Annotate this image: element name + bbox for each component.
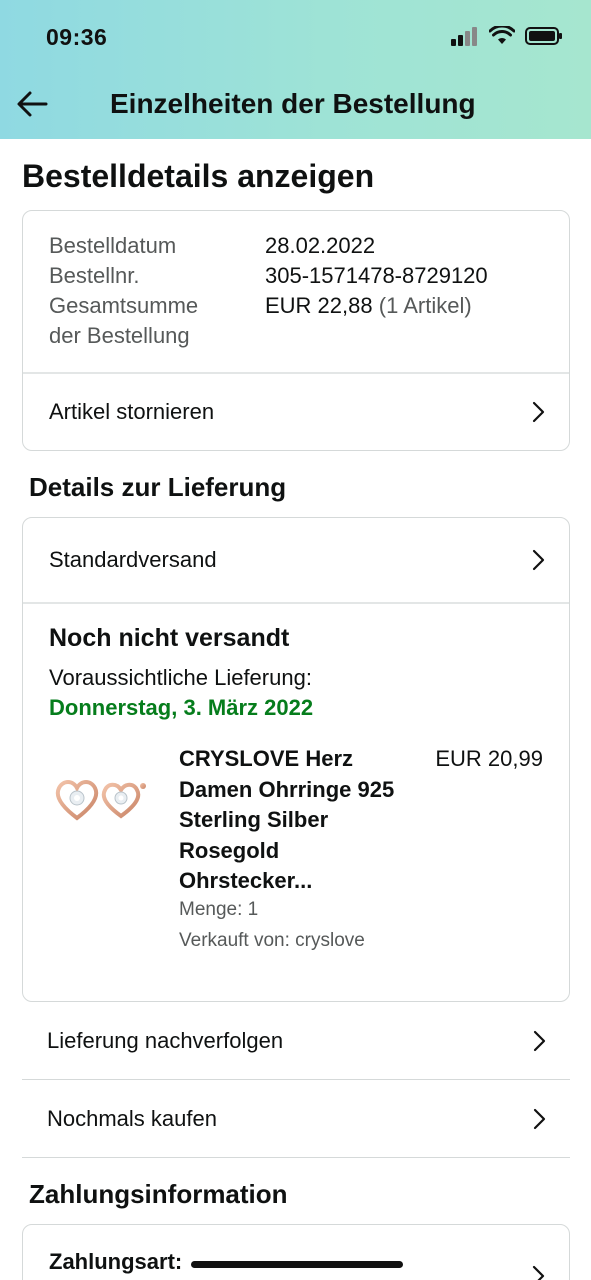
buy-again-label: Nochmals kaufen: [47, 1106, 217, 1131]
order-total-label-line2: der Bestellung: [49, 323, 190, 348]
product-title-line: Rosegold: [179, 837, 280, 863]
signal-icon: [451, 27, 477, 46]
page-title: Bestelldetails anzeigen: [22, 158, 375, 194]
arrow-left-icon: [17, 91, 48, 117]
order-total-label-line1: Gesamtsumme: [49, 293, 199, 318]
product-price: EUR 20,99: [435, 746, 543, 771]
chevron-right-icon: [532, 1265, 545, 1280]
order-total-amount: EUR 22,88: [265, 293, 373, 318]
product-title-line: Sterling Silber: [179, 807, 329, 832]
chevron-right-icon: [533, 1030, 546, 1052]
track-delivery-label: Lieferung nachverfolgen: [47, 1028, 284, 1053]
shipping-method-label: Standardversand: [49, 547, 217, 572]
wifi-icon: [489, 26, 515, 44]
chevron-right-icon: [532, 549, 545, 571]
buy-again-row[interactable]: Nochmals kaufen: [22, 1081, 570, 1158]
product-title-line: Damen Ohrringe 925: [179, 776, 395, 802]
order-total-items: (1 Artikel): [378, 293, 472, 318]
redacted-payment-info: [191, 1261, 403, 1268]
payment-method-row[interactable]: Zahlungsart:: [22, 1224, 570, 1280]
order-number-value: 305-1571478-8729120: [265, 263, 488, 288]
product-seller: Verkauft von: cryslove: [179, 930, 365, 951]
expected-delivery-label: Voraussichtliche Lieferung:: [49, 665, 312, 690]
status-time: 09:36: [46, 24, 108, 50]
expected-delivery-date: Donnerstag, 3. März 2022: [49, 695, 314, 720]
track-delivery-row[interactable]: Lieferung nachverfolgen: [22, 1003, 570, 1080]
chevron-right-icon: [532, 401, 545, 422]
product-title-link[interactable]: CRYSLOVE Herz Damen Ohrringe 925 Sterlin…: [179, 744, 419, 897]
product-quantity: Menge: 1: [179, 899, 259, 920]
order-date-value: 28.02.2022: [265, 233, 376, 258]
order-number-label: Bestellnr.: [49, 263, 140, 288]
cancel-items-row[interactable]: Artikel stornieren: [23, 373, 569, 450]
divider: [23, 602, 569, 604]
cancel-items-label: Artikel stornieren: [49, 398, 215, 424]
order-date-label: Bestelldatum: [49, 233, 177, 258]
back-button[interactable]: [14, 86, 50, 122]
delivery-card: Standardversand Noch nicht versandt Vora…: [22, 517, 570, 1002]
shipment-status: Noch nicht versandt: [49, 624, 290, 652]
app-header: 09:36 Einzelheiten der Bestellung: [0, 0, 591, 139]
order-total-value: EUR 22,88 (1 Artikel): [265, 291, 472, 321]
product-image[interactable]: [51, 768, 151, 828]
product-title-line: Ohrstecker...: [179, 868, 313, 893]
product-title-line: CRYSLOVE Herz: [179, 746, 354, 771]
battery-icon: [525, 27, 562, 45]
status-icons: [451, 26, 563, 46]
chevron-right-icon: [533, 1108, 546, 1130]
delivery-section-title: Details zur Lieferung: [29, 472, 287, 502]
shipping-method-row[interactable]: Standardversand: [23, 518, 569, 602]
payment-method-label: Zahlungsart:: [49, 1249, 183, 1274]
header-title: Einzelheiten der Bestellung: [110, 88, 476, 119]
order-summary-card: Bestelldatum 28.02.2022 Bestellnr. 305-1…: [22, 210, 570, 451]
payment-section-title: Zahlungsinformation: [29, 1179, 288, 1209]
